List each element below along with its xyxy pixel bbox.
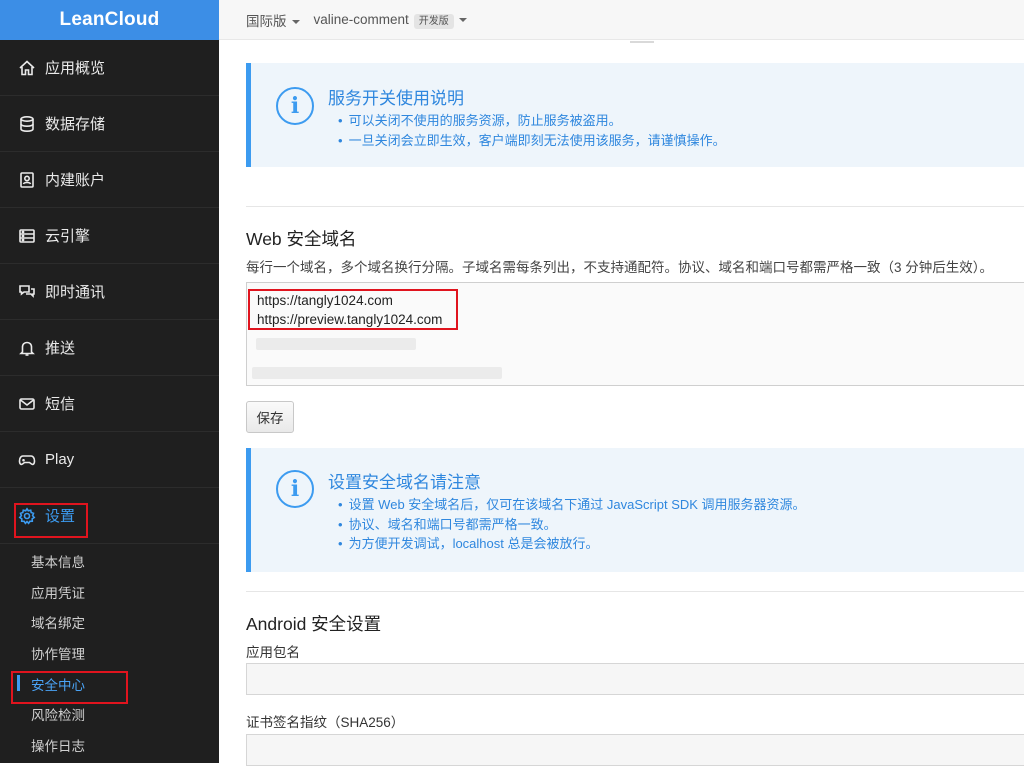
web-security-heading: Web 安全域名 <box>246 226 357 251</box>
info-title: 设置安全域名请注意 <box>328 468 481 493</box>
region-selector[interactable]: 国际版 <box>246 10 300 30</box>
web-security-description: 每行一个域名，多个域名换行分隔。子域名需每条列出，不支持通配符。协议、域名和端口… <box>246 256 993 276</box>
package-name-input[interactable] <box>246 663 1024 695</box>
info-list: 可以关闭不使用的服务资源，防止服务被盗用。 一旦关闭会立即生效，客户端即刻无法使… <box>338 111 726 150</box>
info-line: 可以关闭不使用的服务资源，防止服务被盗用。 <box>338 111 726 131</box>
chat-icon <box>18 283 36 301</box>
info-icon: i <box>276 470 314 508</box>
sidebar: LeanCloud 应用概览 数据存储 内建账户 云引擎 即时通讯 推送 短信 … <box>0 0 219 763</box>
info-line: 一旦关闭会立即生效，客户端即刻无法使用该服务，请谨慎操作。 <box>338 131 726 151</box>
domain-info-box: i 设置安全域名请注意 设置 Web 安全域名后，仅可在该域名下通过 JavaS… <box>246 448 1024 572</box>
home-icon <box>18 59 36 77</box>
sidebar-item-label: 内建账户 <box>45 169 105 190</box>
sidebar-item-label: Play <box>45 451 74 468</box>
redacted-text <box>252 367 502 379</box>
cert-fingerprint-input[interactable] <box>246 734 1024 766</box>
android-security-heading: Android 安全设置 <box>246 611 381 636</box>
cert-fingerprint-label: 证书签名指纹（SHA256） <box>246 711 404 731</box>
database-icon <box>18 115 36 133</box>
info-line: 为方便开发调试，localhost 总是会被放行。 <box>338 534 806 554</box>
service-info-box: i 服务开关使用说明 可以关闭不使用的服务资源，防止服务被盗用。 一旦关闭会立即… <box>246 63 1024 167</box>
sidebar-item-push[interactable]: 推送 <box>0 320 219 376</box>
app-selector[interactable]: valine-comment 开发版 <box>314 12 467 27</box>
gear-icon <box>18 507 36 525</box>
sidebar-item-label: 应用概览 <box>45 57 105 78</box>
brand-logo[interactable]: LeanCloud <box>0 0 219 40</box>
sidebar-subitem-basic-info[interactable]: 基本信息 <box>0 546 219 577</box>
info-icon: i <box>276 87 314 125</box>
scroll-indicator <box>630 41 654 43</box>
info-line: 设置 Web 安全域名后，仅可在该域名下通过 JavaScript SDK 调用… <box>338 495 806 515</box>
sidebar-subitem-security-center[interactable]: 安全中心 <box>0 668 219 699</box>
divider <box>246 591 1024 592</box>
sidebar-item-play[interactable]: Play <box>0 432 219 488</box>
save-button[interactable]: 保存 <box>246 401 294 433</box>
top-bar: 国际版 valine-comment 开发版 <box>219 0 1024 40</box>
sidebar-item-overview[interactable]: 应用概览 <box>0 40 219 96</box>
domain-line: https://preview.tangly1024.com <box>257 310 1014 329</box>
sidebar-item-storage[interactable]: 数据存储 <box>0 96 219 152</box>
app-name: valine-comment <box>314 12 409 27</box>
mail-icon <box>18 395 36 413</box>
sidebar-subitem-domain-binding[interactable]: 域名绑定 <box>0 607 219 638</box>
gamepad-icon <box>18 451 36 469</box>
package-name-label: 应用包名 <box>246 641 300 661</box>
main-content: i 服务开关使用说明 可以关闭不使用的服务资源，防止服务被盗用。 一旦关闭会立即… <box>219 41 1024 763</box>
chevron-down-icon <box>459 18 467 22</box>
sidebar-item-label: 数据存储 <box>45 113 105 134</box>
sidebar-subitem-risk-detection[interactable]: 风险检测 <box>0 699 219 730</box>
divider <box>246 206 1024 207</box>
domain-line: https://tangly1024.com <box>257 291 1014 310</box>
chevron-down-icon <box>292 20 300 24</box>
info-list: 设置 Web 安全域名后，仅可在该域名下通过 JavaScript SDK 调用… <box>338 495 806 554</box>
sidebar-subitem-collaboration[interactable]: 协作管理 <box>0 638 219 669</box>
sidebar-item-settings[interactable]: 设置 <box>0 488 219 544</box>
bell-icon <box>18 339 36 357</box>
server-icon <box>18 227 36 245</box>
sidebar-item-cloud-engine[interactable]: 云引擎 <box>0 208 219 264</box>
sidebar-item-accounts[interactable]: 内建账户 <box>0 152 219 208</box>
plan-badge: 开发版 <box>414 14 454 29</box>
sidebar-item-label: 短信 <box>45 393 75 414</box>
region-label: 国际版 <box>246 14 287 29</box>
domain-textarea[interactable]: https://tangly1024.com https://preview.t… <box>246 282 1024 386</box>
sidebar-subitem-credentials[interactable]: 应用凭证 <box>0 577 219 608</box>
sidebar-item-label: 云引擎 <box>45 225 90 246</box>
redacted-text <box>256 338 416 350</box>
info-title: 服务开关使用说明 <box>328 84 464 109</box>
sidebar-item-sms[interactable]: 短信 <box>0 376 219 432</box>
settings-submenu: 基本信息 应用凭证 域名绑定 协作管理 安全中心 风险检测 操作日志 <box>0 544 219 760</box>
sidebar-item-label: 设置 <box>45 505 75 526</box>
sidebar-subitem-operation-log[interactable]: 操作日志 <box>0 730 219 761</box>
sidebar-item-label: 即时通讯 <box>45 281 105 302</box>
account-icon <box>18 171 36 189</box>
info-line: 协议、域名和端口号都需严格一致。 <box>338 515 806 535</box>
sidebar-item-messaging[interactable]: 即时通讯 <box>0 264 219 320</box>
sidebar-item-label: 推送 <box>45 337 75 358</box>
